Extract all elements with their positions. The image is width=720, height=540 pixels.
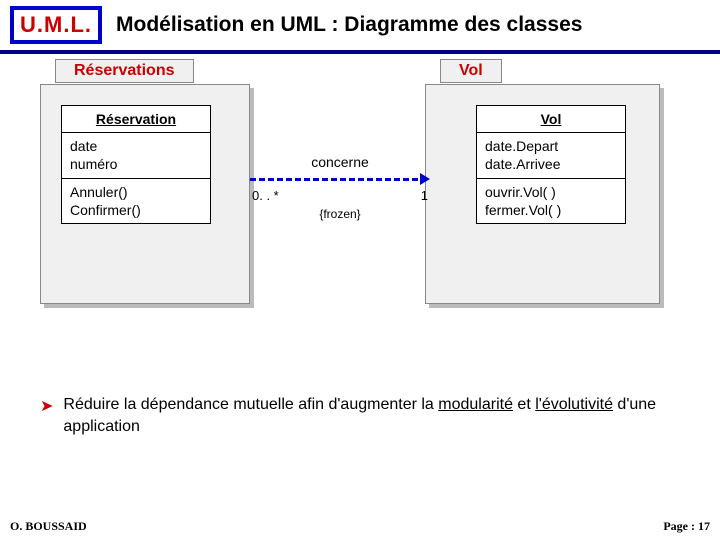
arrow-head-icon [420,173,430,185]
uml-diagram: Réservations Réservation date numéro Ann… [0,54,720,384]
op-confirmer: Confirmer() [70,201,202,219]
package-vol: Vol Vol date.Depart date.Arrivee ouvrir.… [425,84,660,304]
package-vol-label: Vol [440,59,502,83]
logo: U.M.L. [10,6,102,44]
op-fermer: fermer.Vol( ) [485,201,617,219]
class-vol-ops: ouvrir.Vol( ) fermer.Vol( ) [477,178,625,223]
class-reservation: Réservation date numéro Annuler() Confir… [61,105,211,224]
attr-numero: numéro [70,155,202,173]
package-reservations: Réservations Réservation date numéro Ann… [40,84,250,304]
class-reservation-name: Réservation [62,106,210,132]
bullet-marker-icon: ➤ [40,396,53,416]
association-multiplicities: 0. . * 1 [250,188,430,203]
header: U.M.L. Modélisation en UML : Diagramme d… [0,0,720,54]
class-reservation-ops: Annuler() Confirmer() [62,178,210,223]
package-reservations-label: Réservations [55,59,194,83]
class-vol-name: Vol [477,106,625,132]
association-constraint: {frozen} [250,207,430,221]
bullet-modularite: modularité [438,396,513,413]
footer-page: Page : 17 [663,519,710,534]
bullet-mid: et [513,396,535,413]
association-line [250,172,430,186]
association-concerne: concerne 0. . * 1 {frozen} [250,154,430,221]
op-ouvrir: ouvrir.Vol( ) [485,183,617,201]
attr-date-depart: date.Depart [485,137,617,155]
mult-left: 0. . * [252,188,279,203]
class-reservation-attrs: date numéro [62,132,210,177]
class-vol-attrs: date.Depart date.Arrivee [477,132,625,177]
dashed-line-icon [250,178,418,181]
footer-author: O. BOUSSAID [10,519,87,534]
bullet-point: ➤ Réduire la dépendance mutuelle afin d'… [0,384,720,439]
op-annuler: Annuler() [70,183,202,201]
mult-right: 1 [421,188,428,203]
bullet-text: Réduire la dépendance mutuelle afin d'au… [63,394,680,439]
class-vol: Vol date.Depart date.Arrivee ouvrir.Vol(… [476,105,626,224]
bullet-pre: Réduire la dépendance mutuelle afin d'au… [63,396,438,413]
association-label: concerne [250,154,430,170]
bullet-evolutivite: l'évolutivité [535,396,613,413]
attr-date: date [70,137,202,155]
attr-date-arrivee: date.Arrivee [485,155,617,173]
page-title: Modélisation en UML : Diagramme des clas… [116,13,582,37]
footer: O. BOUSSAID Page : 17 [10,519,710,534]
